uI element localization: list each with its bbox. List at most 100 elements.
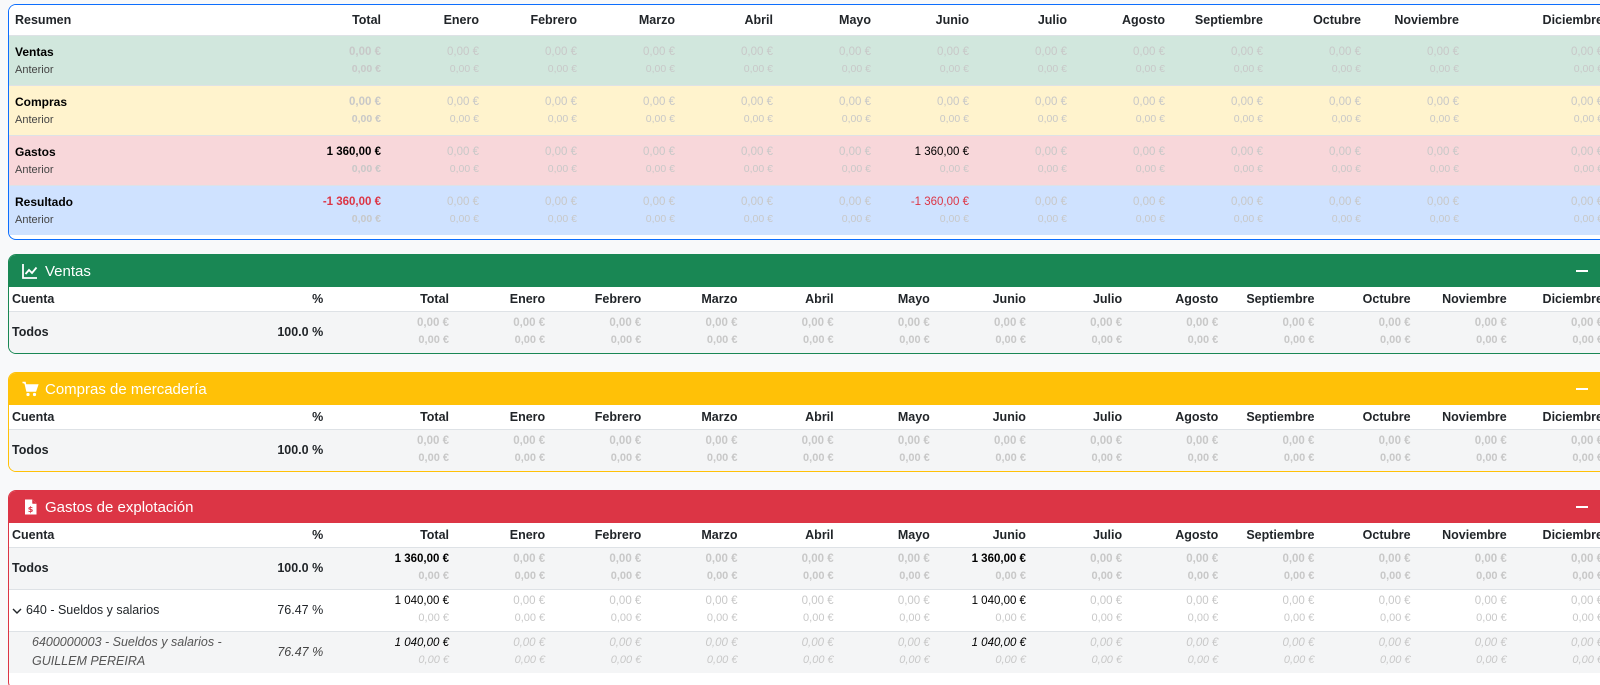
gastos-row-6400000003[interactable]: 6400000003 - Sueldos y salarios - GUILLE… — [9, 630, 1600, 673]
summary-month-cell: 0,00 € 0,00 € — [681, 84, 779, 135]
summary-month-value: 0,00 € — [1571, 145, 1600, 158]
summary-month-prev: 0,00 € — [1429, 62, 1459, 75]
summary-header-diciembre: Diciembre — [1465, 5, 1600, 35]
ventas-collapse-button[interactable] — [1574, 263, 1590, 279]
gastos-640-value: 0,00 € — [1090, 595, 1123, 607]
ventas-header-diciembre: Diciembre — [1512, 287, 1600, 312]
gastos-todos-prev-value: 0,00 € — [1379, 570, 1411, 582]
summary-month-value: 0,00 € — [1329, 145, 1361, 158]
gastos-6400000003-value: 0,00 € — [609, 637, 642, 650]
gastos-6400000003-prev-value: 0,00 € — [706, 654, 738, 667]
gastos-6400000003-month-cell: 0,00 € 0,00 € — [647, 630, 744, 673]
summary-month-value: 0,00 € — [937, 95, 969, 108]
gastos-640-value: 0,00 € — [1571, 595, 1600, 607]
summary-total-prev: 0,00 € — [351, 212, 381, 225]
gastos-header-abril: Abril — [743, 523, 840, 548]
ventas-todos-total-cell: 0,00 € 0,00 € — [329, 311, 456, 353]
gastos-640-name[interactable]: 640 - Sueldos y salarios — [9, 588, 258, 631]
gastos-6400000003-month-cell: 1 040,00 € 0,00 € — [935, 630, 1032, 673]
summary-month-cell: 0,00 € 0,00 € — [1465, 84, 1600, 135]
ventas-card: Ventas Cuenta% Total Enero Febrero Marzo Abri… — [8, 254, 1600, 354]
ventas-todos-month-cell: 0,00 € 0,00 € — [935, 311, 1032, 353]
ventas-header-pct: % — [257, 287, 330, 312]
summary-month-cell: 0,00 € 0,00 € — [1073, 134, 1171, 185]
ventas-todos-month-cell: 0,00 € 0,00 € — [1320, 311, 1417, 353]
gastos-row-todos[interactable]: Todos 100.0 % 1 360,00 €0,00 €0,00 €0,00… — [9, 547, 1600, 589]
gastos-6400000003-value: 0,00 € — [1186, 637, 1219, 650]
compras-card-header[interactable]: Compras de mercadería — [9, 373, 1600, 405]
gastos-640-prev-value: 0,00 € — [899, 612, 930, 624]
summary-month-value: 0,00 € — [1035, 45, 1067, 58]
summary-month-prev: 0,00 € — [1331, 112, 1361, 125]
summary-month-cell: 0,00 € 0,00 € — [877, 34, 975, 85]
ventas-todos-value: 0,00 € — [897, 317, 930, 330]
summary-row-label: Gastos — [15, 144, 56, 159]
gastos-6400000003-prev-value: 0,00 € — [610, 654, 642, 667]
summary-month-value: 0,00 € — [839, 95, 871, 108]
ventas-header-mayo: Mayo — [839, 287, 936, 312]
gastos-6400000003-value: 0,00 € — [1571, 637, 1600, 650]
gastos-table: Cuenta% Total Enero Febrero Marzo Abril Mayo Ju… — [9, 523, 1600, 673]
ventas-card-header[interactable]: Ventas — [9, 255, 1600, 287]
compras-todos-month-cell: 0,00 € 0,00 € — [1512, 429, 1600, 471]
summary-row-label: Compras — [15, 94, 68, 109]
summary-row-label-cell: Resultado Anterior — [9, 184, 291, 235]
compras-todos-prev-value: 0,00 € — [514, 452, 546, 465]
summary-month-prev: 0,00 € — [841, 162, 871, 175]
summary-total-value: 0,00 € — [349, 45, 381, 58]
gastos-640-total-cell: 1 040,00 € 0,00 € — [329, 588, 456, 631]
ventas-todos-prev-value: 0,00 € — [1091, 334, 1123, 347]
ventas-todos-month-cell: 0,00 € 0,00 € — [1224, 311, 1321, 353]
gastos-card-header[interactable]: $ Gastos de explotación — [9, 491, 1600, 523]
summary-month-cell: 0,00 € 0,00 € — [1465, 34, 1600, 85]
gastos-640-prev-value: 0,00 € — [803, 612, 834, 624]
gastos-todos-month-cell: 0,00 € 0,00 € — [551, 547, 648, 589]
summary-month-cell: 0,00 € 0,00 € — [485, 184, 583, 235]
summary-month-prev: 0,00 € — [449, 112, 479, 125]
compras-header-febrero: Febrero — [551, 405, 648, 430]
gastos-640-value: 0,00 € — [609, 595, 642, 607]
ventas-todos-value: 0,00 € — [1378, 317, 1411, 330]
gastos-todos-value: 0,00 € — [705, 553, 738, 565]
compras-collapse-button[interactable] — [1574, 381, 1590, 397]
summary-month-cell: 0,00 € 0,00 € — [1367, 134, 1465, 185]
gastos-6400000003-month-cell: 0,00 € 0,00 € — [1416, 630, 1513, 673]
summary-month-value: 0,00 € — [545, 45, 577, 58]
compras-todos-prev-value: 0,00 € — [803, 452, 834, 465]
ventas-row-todos[interactable]: Todos 100.0 % 0,00 €0,00 €0,00 €0,00 €0,… — [9, 311, 1600, 353]
compras-todos-pct: 100.0 % — [257, 429, 330, 471]
summary-month-prev: 0,00 € — [1573, 162, 1600, 175]
gastos-collapse-button[interactable] — [1574, 499, 1590, 515]
compras-todos-month-cell: 0,00 € 0,00 € — [1320, 429, 1417, 471]
gastos-header-febrero: Febrero — [551, 523, 648, 548]
summary-month-prev: 0,00 € — [449, 162, 479, 175]
ventas-todos-prev-value: 0,00 € — [514, 334, 546, 347]
summary-month-cell: 0,00 € 0,00 € — [975, 34, 1073, 85]
gastos-todos-month-cell: 0,00 € 0,00 € — [1512, 547, 1600, 589]
summary-row-ventas: Ventas Anterior 0,00 €0,00 €0,00 €0,00 €0,… — [9, 34, 1600, 85]
compras-header-abril: Abril — [743, 405, 840, 430]
summary-month-prev: 0,00 € — [939, 62, 969, 75]
summary-row-prev-label: Anterior — [15, 163, 54, 176]
summary-month-cell: 0,00 € 0,00 € — [387, 84, 485, 135]
summary-row-prev-label: Anterior — [15, 113, 54, 126]
gastos-640-value: 0,00 € — [801, 595, 834, 607]
summary-month-cell: 0,00 € 0,00 € — [485, 134, 583, 185]
summary-month-value: 0,00 € — [1427, 95, 1459, 108]
gastos-header-total: Total — [329, 523, 456, 548]
compras-todos-prev-value: 0,00 € — [418, 452, 450, 465]
ventas-header-octubre: Octubre — [1320, 287, 1417, 312]
ventas-todos-value: 0,00 € — [993, 317, 1026, 330]
gastos-todos-total-cell: 1 360,00 € 0,00 € — [329, 547, 456, 589]
gastos-row-640[interactable]: 640 - Sueldos y salarios 76.47 % 1 040,0… — [9, 588, 1600, 631]
summary-month-value: 0,00 € — [741, 45, 773, 58]
compras-row-todos[interactable]: Todos 100.0 % 0,00 €0,00 €0,00 €0,00 €0,… — [9, 429, 1600, 471]
compras-table: Cuenta% Total Enero Febrero Marzo Abril Mayo Ju… — [9, 405, 1600, 471]
compras-todos-value: 0,00 € — [897, 435, 930, 448]
ventas-todos-value: 0,00 € — [1186, 317, 1219, 330]
gastos-6400000003-prev-value: 0,00 € — [1476, 654, 1507, 667]
chevron-down-icon[interactable] — [12, 606, 22, 616]
summary-month-cell: 0,00 € 0,00 € — [583, 84, 681, 135]
compras-todos-month-cell: 0,00 € 0,00 € — [839, 429, 936, 471]
summary-month-value: 0,00 € — [447, 145, 479, 158]
